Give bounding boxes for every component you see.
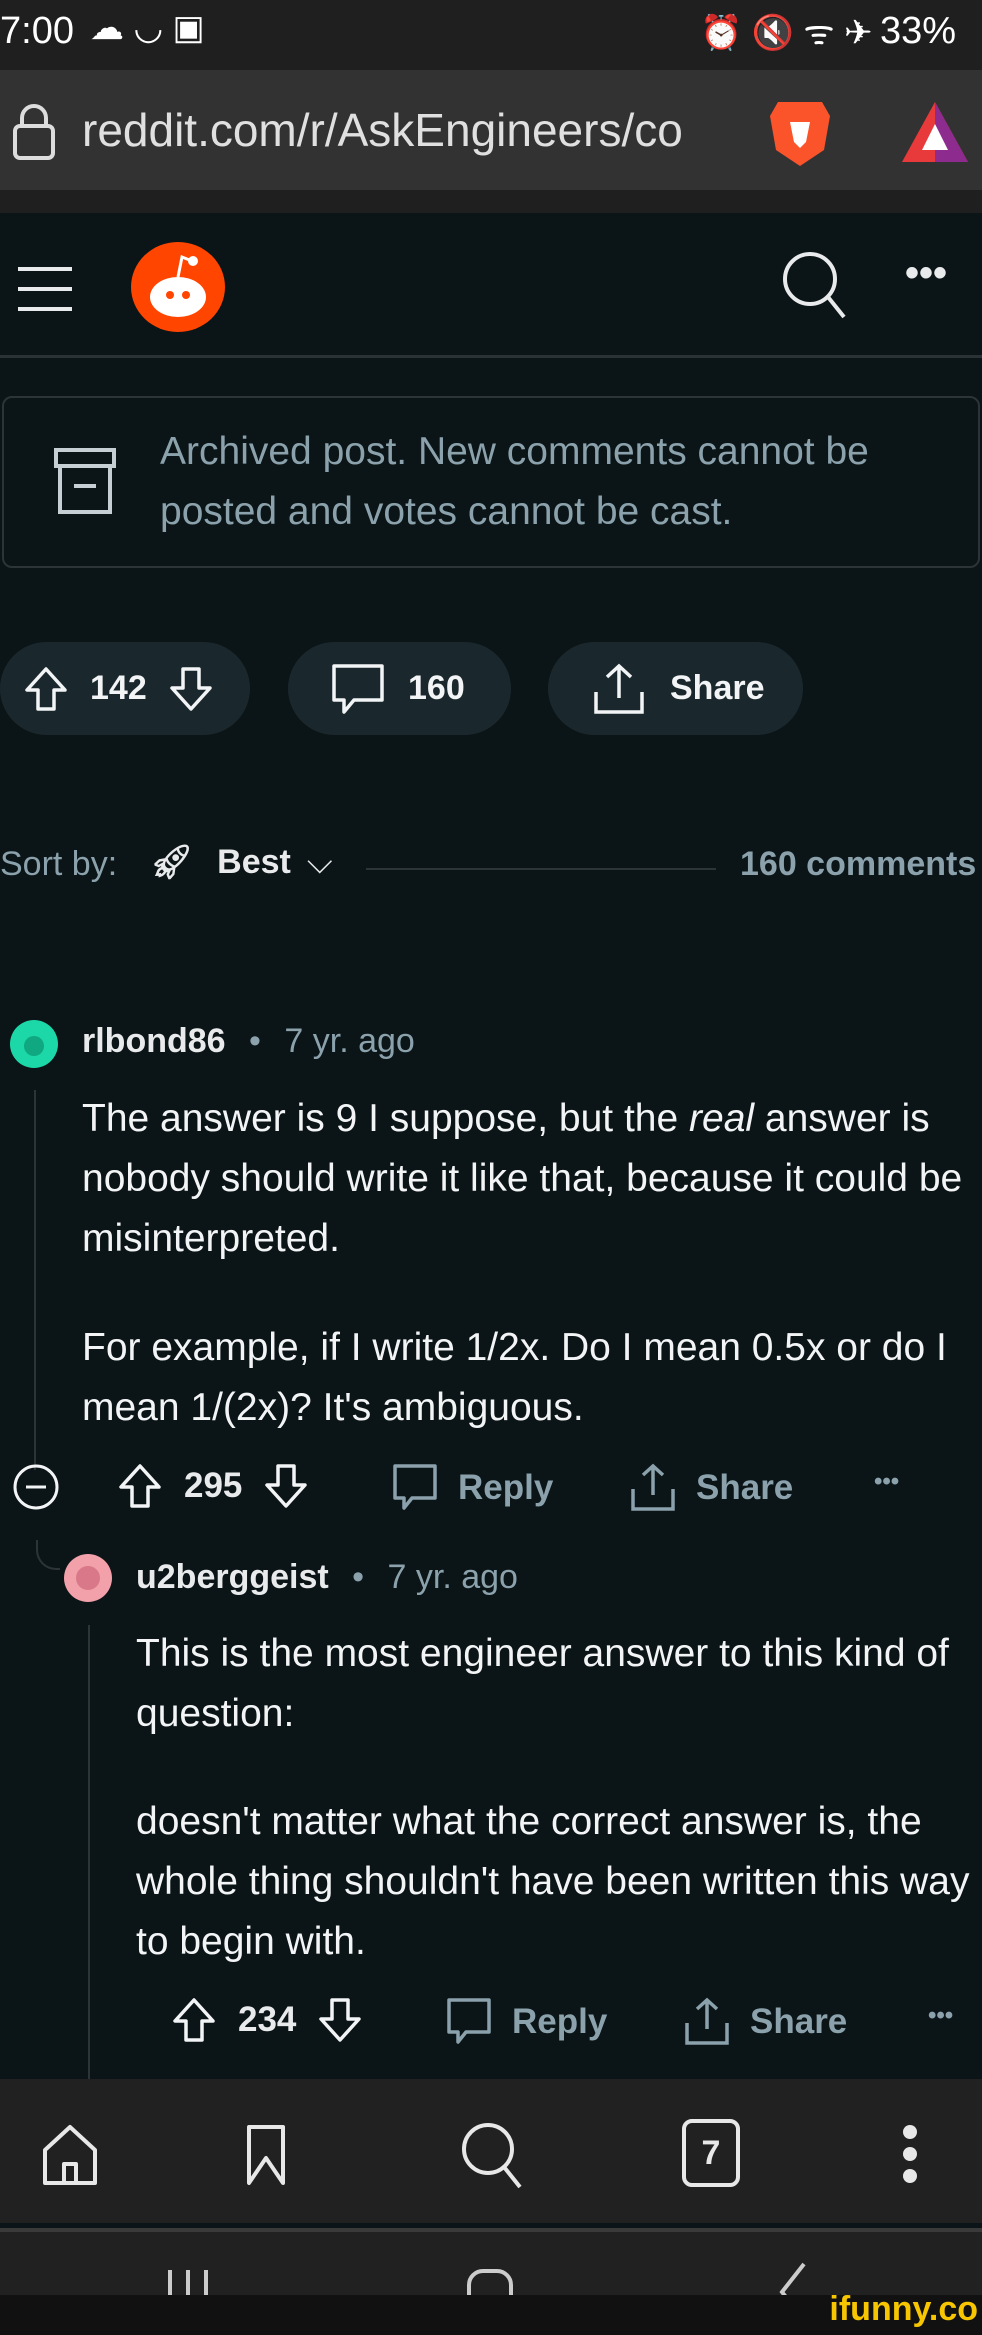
browser-bottom-bar: 7: [0, 2079, 982, 2223]
downvote-icon[interactable]: [318, 1997, 362, 2043]
comment-icon: [392, 1463, 438, 1513]
url-text[interactable]: reddit.com/r/AskEngineers/co: [82, 103, 730, 157]
rocket-icon: 🚀︎: [150, 843, 194, 881]
comment-vote: 234: [172, 1997, 362, 2043]
battery-level: 33%: [880, 10, 957, 52]
lock-icon: [12, 102, 56, 162]
status-icons: ⏰ 🔇 ᯤ ✈: [700, 14, 873, 52]
archived-notice-text: Archived post. New comments cannot be po…: [160, 430, 869, 533]
thread-line[interactable]: [34, 1090, 36, 1470]
sort-value: Best: [217, 842, 291, 881]
more-options-icon[interactable]: •••: [905, 251, 947, 296]
share-icon: [684, 1997, 730, 2047]
comment-vote-count: 295: [184, 1466, 243, 1505]
share-button[interactable]: Share: [630, 1463, 793, 1513]
upvote-icon[interactable]: [24, 666, 68, 712]
divider: [366, 868, 716, 870]
search-icon[interactable]: [460, 2121, 524, 2191]
post-share-label: Share: [670, 669, 765, 707]
post-share-button[interactable]: Share: [548, 642, 803, 735]
share-button[interactable]: Share: [684, 1997, 847, 2047]
browser-address-bar[interactable]: reddit.com/r/AskEngineers/co: [0, 70, 982, 190]
thread-line[interactable]: [88, 1625, 90, 2079]
comment-body: This is the most engineer answer to this…: [136, 1632, 949, 1735]
archive-icon: [54, 448, 118, 518]
thread-connector: [36, 1540, 60, 1570]
comment-body: doesn't matter what the correct answer i…: [136, 1800, 970, 1963]
comment-author[interactable]: rlbond86: [82, 1022, 226, 1060]
more-options-icon[interactable]: •••: [928, 2002, 953, 2030]
brave-shields-icon[interactable]: [768, 96, 832, 168]
downvote-icon[interactable]: [264, 1463, 308, 1509]
comment-vote-count: 234: [238, 2000, 297, 2039]
comment-header: rlbond86 • 7 yr. ago: [82, 1022, 415, 1060]
menu-kebab-icon[interactable]: [900, 2123, 920, 2185]
sort-label: Sort by:: [0, 845, 118, 883]
post-vote-pill: 142: [0, 642, 250, 735]
comment-icon: [446, 1997, 492, 2047]
post-vote-count: 142: [90, 669, 147, 707]
clock: 7:00: [0, 10, 74, 52]
comment-header: u2berggeist • 7 yr. ago: [136, 1558, 518, 1596]
search-icon[interactable]: [782, 251, 846, 321]
menu-icon[interactable]: [18, 265, 74, 313]
brave-rewards-icon[interactable]: [900, 100, 970, 164]
comment-count: 160 comments: [740, 845, 977, 883]
tab-count: 7: [701, 2133, 721, 2172]
notification-icons: ☁ ◡ ▣: [90, 9, 205, 47]
downvote-icon[interactable]: [169, 666, 213, 712]
reply-button[interactable]: Reply: [392, 1463, 553, 1513]
comment-body: The answer is 9 I suppose, but the real …: [82, 1097, 963, 1260]
upvote-icon[interactable]: [172, 1997, 216, 2043]
avatar[interactable]: [64, 1554, 112, 1602]
comment-age: 7 yr. ago: [284, 1022, 415, 1060]
collapse-icon[interactable]: [12, 1463, 60, 1511]
status-bar: 7:00 ☁ ◡ ▣ ⏰ 🔇 ᯤ ✈ 33%: [0, 0, 982, 70]
more-options-icon[interactable]: •••: [874, 1468, 899, 1496]
share-icon: [630, 1463, 676, 1513]
comment-age: 7 yr. ago: [387, 1558, 518, 1596]
share-icon: [592, 662, 646, 716]
comment-body: For example, if I write 1/2x. Do I mean …: [82, 1326, 947, 1429]
sort-dropdown[interactable]: 🚀︎ Best ⌵: [150, 842, 333, 882]
reddit-logo[interactable]: [130, 241, 226, 333]
chevron-down-icon: ⌵: [306, 842, 333, 881]
archived-notice: Archived post. New comments cannot be po…: [2, 396, 980, 568]
comment-icon: [330, 662, 386, 716]
comment-vote: 295: [118, 1463, 308, 1509]
ifunny-watermark: ifunny.co: [829, 2290, 978, 2328]
comment-author[interactable]: u2berggeist: [136, 1558, 329, 1596]
home-icon[interactable]: [42, 2124, 98, 2186]
post-comments-button[interactable]: 160: [288, 642, 511, 735]
avatar[interactable]: [10, 1020, 58, 1068]
reddit-header: •••: [0, 213, 982, 358]
bookmark-icon[interactable]: [246, 2124, 286, 2186]
upvote-icon[interactable]: [118, 1463, 162, 1509]
reply-button[interactable]: Reply: [446, 1997, 607, 2047]
tabs-button[interactable]: 7: [682, 2119, 740, 2187]
post-comment-count: 160: [408, 669, 465, 707]
